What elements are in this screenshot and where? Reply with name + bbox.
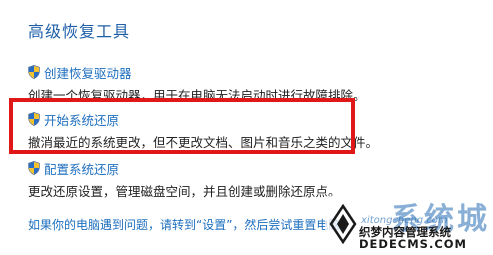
- uac-shield-icon: [28, 65, 40, 79]
- watermark-logo-icon: [329, 204, 357, 244]
- uac-shield-icon: [28, 161, 40, 175]
- watermark-line2: DEDECMS.COM: [359, 237, 467, 251]
- create-recovery-drive-link[interactable]: 创建恢复驱动器: [44, 63, 132, 82]
- section-title: 高级恢复工具: [28, 22, 131, 41]
- configure-system-restore-link[interactable]: 配置系统还原: [44, 159, 119, 178]
- tool-configure-system-restore: 配置系统还原 更改还原设置，管理磁盘空间，并且创建或删除还原点。: [28, 160, 341, 200]
- watermark: 系统城 xitongcheng.com 织梦内容管理系统 DEDECMS.COM: [325, 196, 487, 251]
- advanced-recovery-tools-panel: 高级恢复工具 创建恢复驱动器 创建一个恢复驱动器，用于在电脑无法启动时进行故障排…: [0, 0, 493, 255]
- tool-head: 创建恢复驱动器: [28, 63, 366, 82]
- reset-pc-settings-link[interactable]: 如果你的电脑遇到问题，请转到“设置”，然后尝试重置电脑: [28, 216, 340, 233]
- tool-description: 更改还原设置，管理磁盘空间，并且创建或删除还原点。: [28, 184, 341, 199]
- red-highlight-box: [9, 98, 355, 154]
- tool-head: 配置系统还原: [28, 159, 341, 178]
